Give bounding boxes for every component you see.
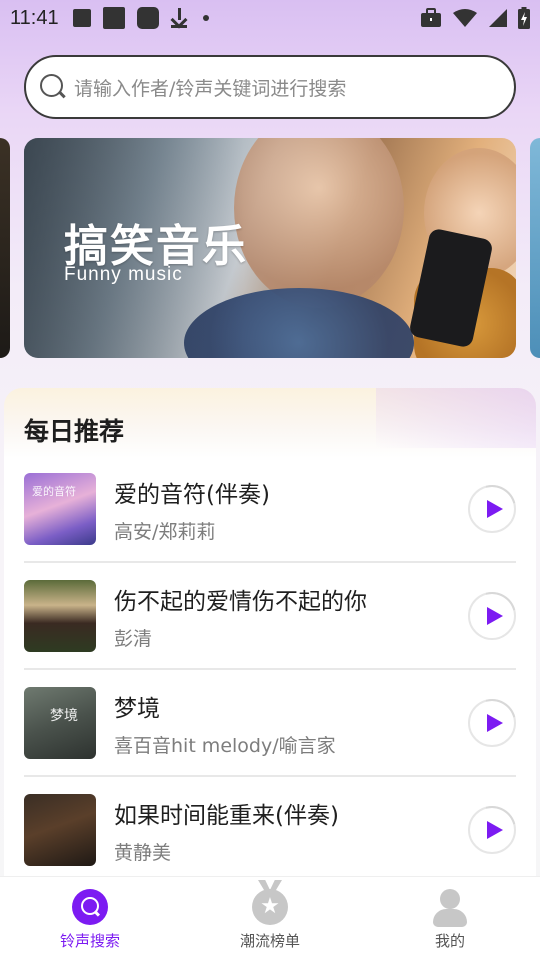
banner-photo-shape xyxy=(234,138,404,308)
song-title: 梦境 xyxy=(114,696,160,722)
banner-slide[interactable]: 搞笑音乐 Funny music xyxy=(24,138,516,358)
nav-item-charts[interactable]: 潮流榜单 xyxy=(180,877,360,960)
song-title: 如果时间能重来(伴奏) xyxy=(114,803,339,829)
song-artist: 高安/郑莉莉 xyxy=(114,521,216,543)
battery-charging-icon xyxy=(518,7,530,29)
bottom-nav: 铃声搜索 潮流榜单 我的 xyxy=(0,876,540,960)
album-cover xyxy=(24,580,96,652)
square-icon xyxy=(102,7,125,29)
play-icon xyxy=(487,714,503,732)
play-button[interactable] xyxy=(458,582,525,649)
search-icon xyxy=(72,889,108,925)
banner-subtitle: Funny music xyxy=(64,264,183,285)
nav-label: 潮流榜单 xyxy=(239,932,300,950)
image-icon xyxy=(72,9,91,27)
divider xyxy=(24,775,516,777)
album-cover xyxy=(24,794,96,866)
album-cover: 梦境 xyxy=(24,687,96,759)
nav-item-profile[interactable]: 我的 xyxy=(360,877,540,960)
divider xyxy=(24,668,516,670)
section-title: 每日推荐 xyxy=(24,417,125,446)
play-button[interactable] xyxy=(458,475,525,542)
status-right xyxy=(420,7,530,29)
list-item[interactable]: 伤不起的爱情伤不起的你 彭清 xyxy=(24,580,525,686)
list-item[interactable]: 梦境 梦境 喜百音hit melody/喻言家 xyxy=(24,687,525,793)
trophy-icon xyxy=(252,889,288,925)
search-icon xyxy=(40,74,66,100)
person-icon xyxy=(432,889,468,927)
signal-icon xyxy=(489,9,507,27)
nav-item-search[interactable]: 铃声搜索 xyxy=(0,877,180,960)
album-cover: 爱的音符 xyxy=(24,473,96,545)
download-icon xyxy=(170,8,187,28)
play-button[interactable] xyxy=(458,689,525,756)
song-artist: 彭清 xyxy=(114,628,153,650)
song-artist: 喜百音hit melody/喻言家 xyxy=(114,735,336,757)
dot-icon xyxy=(202,15,209,21)
play-icon xyxy=(487,500,503,518)
wifi-icon xyxy=(453,9,477,27)
banner-next-slide[interactable] xyxy=(530,138,540,358)
song-title: 伤不起的爱情伤不起的你 xyxy=(114,589,367,615)
play-icon xyxy=(487,607,503,625)
divider xyxy=(24,561,516,563)
search-input[interactable]: 请输入作者/铃声关键词进行搜索 xyxy=(24,55,516,119)
rounded-square-icon xyxy=(136,7,159,29)
list-item[interactable]: 爱的音符 爱的音符(伴奏) 高安/郑莉莉 xyxy=(24,473,525,579)
briefcase-icon xyxy=(421,8,441,27)
status-time: 11:41 xyxy=(10,6,59,29)
song-artist: 黄静美 xyxy=(114,842,172,864)
banner-prev-slide[interactable] xyxy=(0,138,10,358)
play-icon xyxy=(487,821,503,839)
nav-label: 铃声搜索 xyxy=(59,932,120,950)
search-placeholder: 请输入作者/铃声关键词进行搜索 xyxy=(74,77,347,100)
nav-label: 我的 xyxy=(434,932,465,950)
status-bar: 11:41 xyxy=(0,0,540,36)
song-title: 爱的音符(伴奏) xyxy=(114,482,270,508)
play-button[interactable] xyxy=(458,796,525,863)
